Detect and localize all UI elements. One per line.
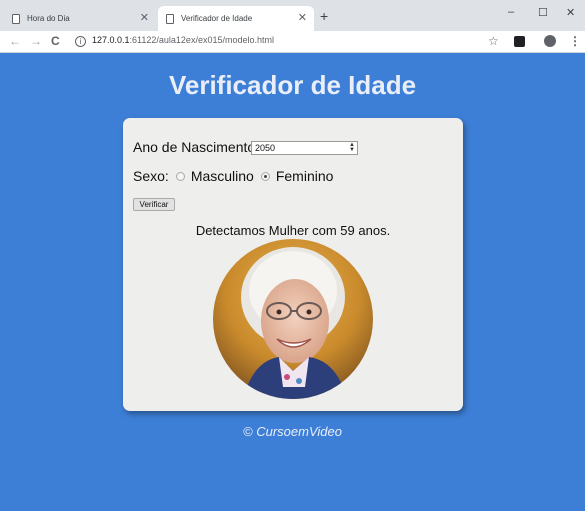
main-card: Ano de Nascimento: 2050 ▲ ▼ Sexo: Masculi… (123, 118, 463, 411)
elderly-woman-photo (213, 239, 373, 399)
menu-icon[interactable]: ⋮ (569, 34, 581, 48)
address-bar[interactable]: 127.0.0.1:61122/aula12ex/ex015/modelo.ht… (92, 35, 274, 45)
option-feminino-label: Feminino (275, 168, 334, 184)
document-icon (12, 13, 20, 24)
profile-icon[interactable] (544, 35, 556, 47)
verify-button[interactable]: Verificar (133, 198, 175, 211)
page-title: Verificador de Idade (168, 70, 417, 100)
birth-year-input[interactable]: 2050 ▲ ▼ (251, 141, 358, 155)
extension-icon[interactable] (514, 36, 525, 47)
tab-hora-do-dia[interactable]: Hora do Dia ✕ (4, 6, 156, 31)
back-button[interactable]: ← (9, 34, 21, 48)
url-host: 127.0.0.1 (92, 35, 130, 45)
sex-label: Sexo: (133, 168, 169, 184)
result-text: Detectamos Mulher com 59 anos. (195, 223, 391, 238)
tab-label: Verificador de Idade (181, 14, 253, 23)
sex-row: Sexo: Masculino Feminino (133, 168, 333, 184)
document-icon (166, 13, 174, 24)
url-path: :61122/aula12ex/ex015/modelo.html (129, 35, 274, 45)
browser-toolbar: ← → C i 127.0.0.1:61122/aula12ex/ex015/m… (0, 31, 585, 53)
close-icon[interactable]: ✕ (298, 12, 307, 24)
tab-verificador-de-idade[interactable]: Verificador de Idade ✕ (158, 6, 314, 31)
info-icon[interactable]: i (75, 36, 86, 47)
forward-button[interactable]: → (30, 34, 42, 48)
birth-year-label: Ano de Nascimento: (133, 139, 260, 155)
radio-masculino[interactable] (175, 171, 185, 181)
minimize-button[interactable]: – (508, 6, 514, 18)
star-icon[interactable]: ☆ (488, 34, 499, 48)
reload-button[interactable]: C (51, 34, 60, 48)
spinner-icon[interactable]: ▲ ▼ (349, 142, 355, 153)
browser-tab-bar: Hora do Dia ✕ Verificador de Idade ✕ + –… (0, 0, 585, 31)
close-window-button[interactable]: ✕ (566, 6, 575, 19)
radio-feminino[interactable] (260, 171, 270, 181)
new-tab-button[interactable]: + (320, 9, 328, 23)
maximize-button[interactable]: ☐ (538, 6, 548, 19)
footer-credit: © CursoemVideo (243, 424, 342, 439)
option-masculino-label: Masculino (190, 168, 254, 184)
birth-year-value: 2050 (255, 143, 276, 153)
close-icon[interactable]: ✕ (140, 12, 149, 24)
tab-label: Hora do Dia (27, 14, 70, 23)
